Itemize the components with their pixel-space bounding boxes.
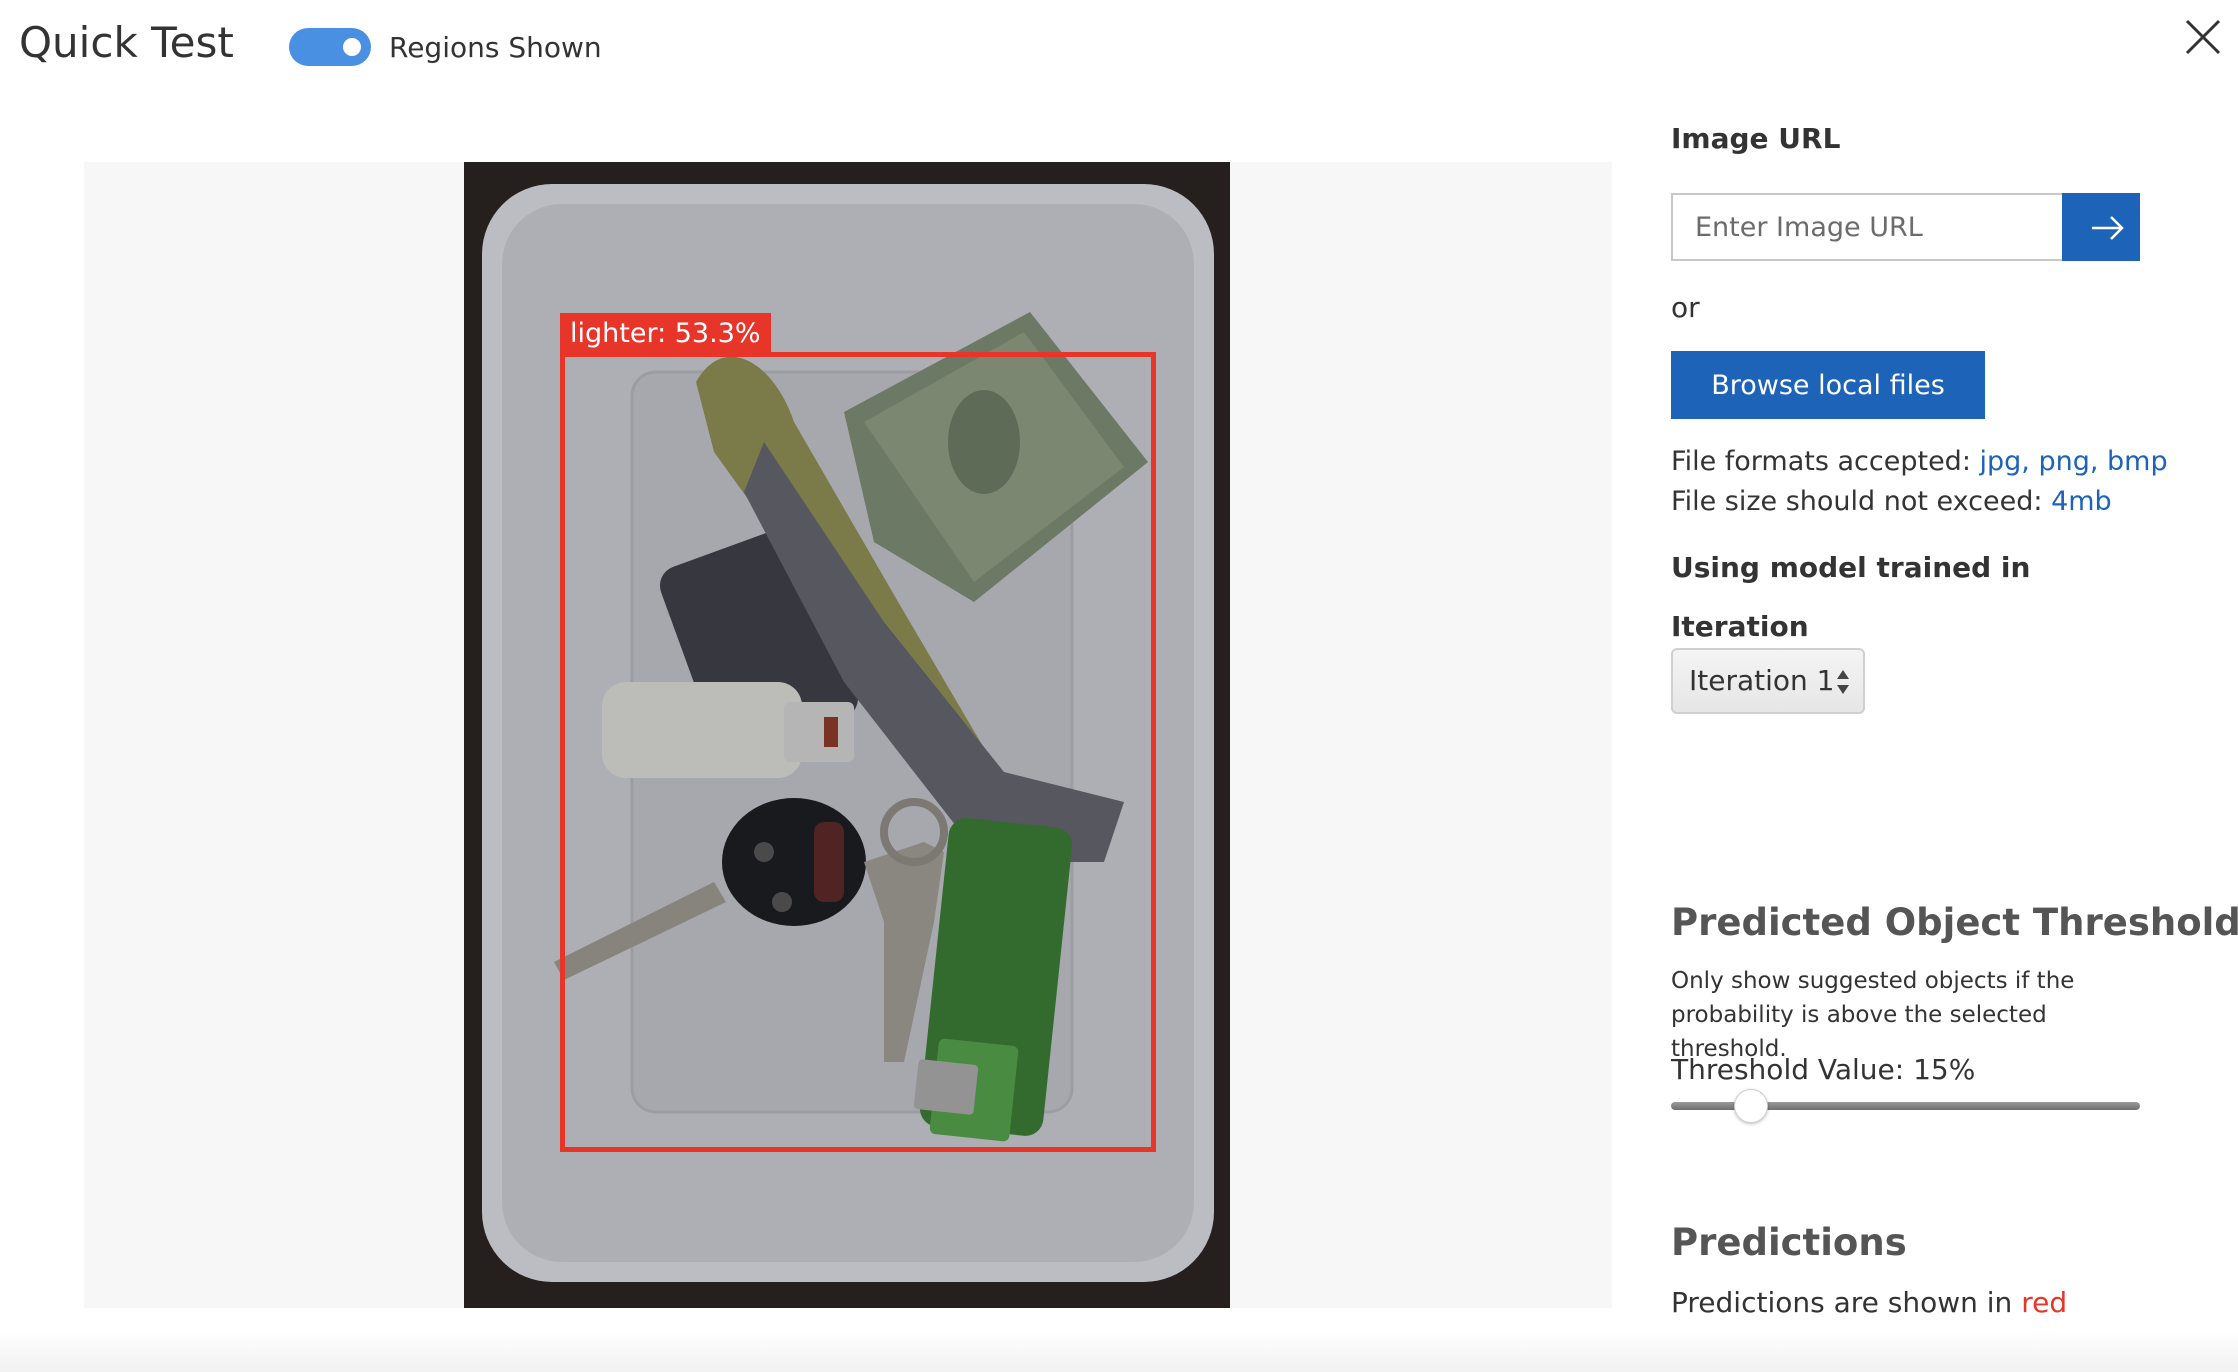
threshold-value-label: Threshold Value: 15% xyxy=(1671,1053,1976,1086)
image-url-heading: Image URL xyxy=(1671,122,1841,155)
file-formats-info: File formats accepted: jpg, png, bmp xyxy=(1671,444,2168,480)
file-size-label: File size should not exceed: xyxy=(1671,486,2052,517)
prediction-region-box xyxy=(560,352,1156,1152)
file-size-value: 4mb xyxy=(2051,486,2112,517)
model-heading: Using model trained in xyxy=(1671,551,2031,584)
iteration-select-value: Iteration 1 xyxy=(1689,664,1835,697)
or-separator: or xyxy=(1671,291,1700,324)
file-formats-value: jpg, png, bmp xyxy=(1979,446,2168,477)
predictions-info-label: Predictions are shown in xyxy=(1671,1286,2022,1319)
browse-local-files-button[interactable]: Browse local files xyxy=(1671,351,1985,419)
slider-thumb[interactable] xyxy=(1734,1089,1769,1123)
toggle-knob xyxy=(343,38,361,56)
predictions-info: Predictions are shown in red xyxy=(1671,1285,2067,1321)
prediction-region-label: lighter: 53.3% xyxy=(560,313,771,355)
page-title: Quick Test xyxy=(19,18,234,67)
close-icon xyxy=(2185,19,2221,55)
arrow-right-icon xyxy=(2092,216,2124,240)
iteration-heading: Iteration xyxy=(1671,610,1809,643)
regions-toggle-label: Regions Shown xyxy=(389,31,602,64)
threshold-title: Predicted Object Threshold xyxy=(1671,901,2238,944)
predictions-color-word: red xyxy=(2021,1286,2068,1319)
submit-url-button[interactable] xyxy=(2062,193,2140,261)
threshold-slider[interactable] xyxy=(1671,1089,2140,1130)
predictions-title: Predictions xyxy=(1671,1221,1907,1264)
file-formats-label: File formats accepted: xyxy=(1671,446,1980,477)
threshold-description: Only show suggested objects if the proba… xyxy=(1671,964,2141,1066)
threshold-description-line1: Only show suggested objects if the xyxy=(1671,968,2075,994)
close-button[interactable] xyxy=(2180,14,2226,60)
image-url-input[interactable] xyxy=(1671,193,2064,261)
bottom-shadow xyxy=(0,1330,2238,1372)
regions-toggle[interactable] xyxy=(289,28,371,66)
updown-arrows-icon xyxy=(1837,670,1849,694)
file-size-info: File size should not exceed: 4mb xyxy=(1671,484,2112,520)
iteration-select[interactable]: Iteration 1 xyxy=(1671,648,1865,714)
